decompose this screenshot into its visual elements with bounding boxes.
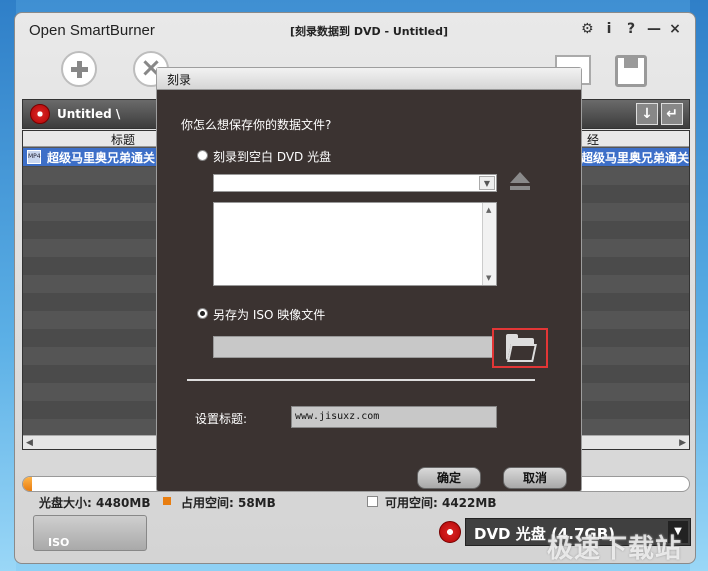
iso-label: ISO: [48, 536, 70, 549]
free-space-text: 可用空间: 4422MB: [366, 496, 497, 510]
scroll-down-icon[interactable]: ▼: [486, 274, 491, 282]
save-question: 你怎么想保存你的数据文件?: [181, 118, 332, 132]
cancel-button[interactable]: 取消: [503, 467, 567, 489]
column-path-header[interactable]: 经: [587, 131, 599, 148]
burn-to-dvd-radio[interactable]: [197, 150, 208, 161]
dialog-title: 刻录: [167, 73, 192, 87]
folder-open-icon: [506, 334, 534, 360]
app-title: Open SmartBurner: [29, 22, 155, 39]
scroll-left-icon[interactable]: ◀: [26, 438, 33, 448]
scroll-up-icon[interactable]: ▲: [486, 206, 491, 214]
info-icon[interactable]: i: [603, 21, 615, 37]
file-title: 超级马里奥兄弟通关: [47, 151, 156, 165]
vertical-scrollbar[interactable]: ▲ ▼: [482, 203, 496, 285]
browse-folder-button[interactable]: [492, 328, 548, 368]
save-project-button[interactable]: [615, 55, 647, 87]
settings-gear-icon[interactable]: ⚙: [581, 21, 594, 37]
burn-to-dvd-label[interactable]: 刻录到空白 DVD 光盘: [213, 148, 331, 165]
used-space-text: 占用空间: 58MB: [163, 496, 276, 510]
title-input[interactable]: www.jisuxz.com: [291, 406, 497, 428]
ok-button[interactable]: 确定: [417, 467, 481, 489]
window-title: [刻录数据到 DVD - Untitled]: [290, 25, 449, 38]
project-nav: ↓ ↵: [636, 103, 683, 125]
dvd-disc-icon: [439, 521, 461, 543]
watermark-text: 极速下载站: [547, 534, 683, 564]
capacity-used-fill: [23, 477, 32, 491]
close-icon[interactable]: ×: [669, 21, 681, 37]
dialog-body: 你怎么想保存你的数据文件? 刻录到空白 DVD 光盘 ▼ ▲ ▼ 另存为 ISO…: [165, 90, 573, 465]
help-icon[interactable]: ?: [625, 21, 637, 37]
go-back-icon[interactable]: ↵: [661, 103, 683, 125]
column-title-header[interactable]: 标题: [111, 131, 135, 148]
file-path: 超级马里奥兄弟通关: [581, 151, 689, 165]
eject-icon[interactable]: [509, 172, 531, 192]
dvd-disc-icon: [30, 104, 50, 124]
drive-select[interactable]: ▼: [213, 174, 497, 192]
window-controls: ⚙ i ? — ×: [581, 21, 681, 37]
divider: [187, 379, 535, 381]
dialog-title-bar: 刻录: [157, 68, 581, 90]
title-label: 设置标题:: [195, 412, 248, 426]
dropdown-arrow-icon[interactable]: ▼: [479, 176, 495, 190]
add-files-button[interactable]: [61, 51, 101, 91]
save-as-iso-label[interactable]: 另存为 ISO 映像文件: [213, 306, 325, 323]
plus-icon: [61, 51, 97, 87]
iso-path-input[interactable]: [213, 336, 497, 358]
save-as-iso-radio[interactable]: [197, 308, 208, 319]
burn-dialog: 刻录 你怎么想保存你的数据文件? 刻录到空白 DVD 光盘 ▼ ▲ ▼ 另存为 …: [156, 67, 582, 492]
drive-info-list: ▲ ▼: [213, 202, 497, 286]
mp4-file-icon: MP4: [27, 150, 41, 164]
iso-button[interactable]: ISO: [33, 515, 147, 551]
scroll-right-icon[interactable]: ▶: [679, 438, 686, 448]
minimize-icon[interactable]: —: [647, 21, 661, 37]
move-down-icon[interactable]: ↓: [636, 103, 658, 125]
project-name: Untitled \: [57, 107, 121, 121]
disc-size-text: 光盘大小: 4480MB: [39, 496, 151, 510]
